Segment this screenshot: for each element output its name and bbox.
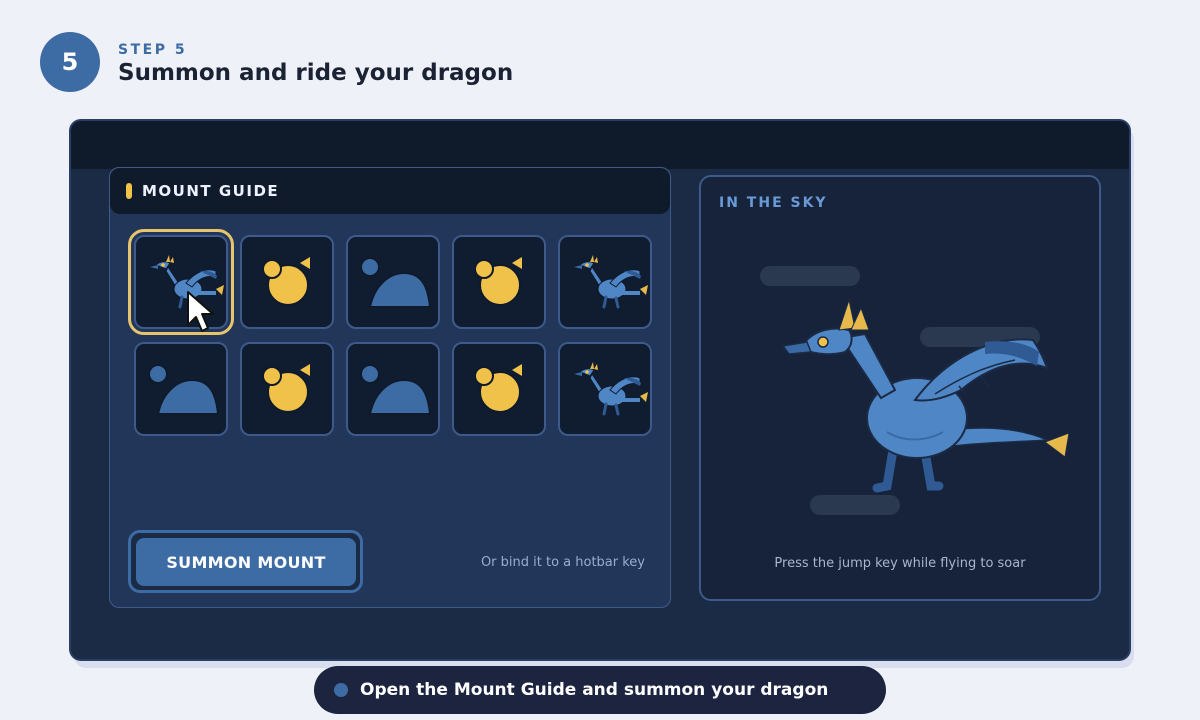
dragon-icon <box>574 362 648 416</box>
mount-slot[interactable] <box>558 235 652 329</box>
mount-slot[interactable] <box>346 342 440 436</box>
mount-slot[interactable] <box>452 342 546 436</box>
cloud-shape <box>760 266 860 286</box>
mount-slot[interactable] <box>452 235 546 329</box>
mount-slot[interactable] <box>240 235 334 329</box>
mount-slot[interactable] <box>240 342 334 436</box>
mount-slot[interactable] <box>128 229 234 335</box>
dragon-icon <box>574 255 648 309</box>
dragon-icon <box>150 255 224 309</box>
mount-slot[interactable] <box>134 342 228 436</box>
window-title-bar <box>71 121 1129 169</box>
mount-guide-header: MOUNT GUIDE <box>110 168 670 214</box>
sun-orb-icon <box>474 364 522 413</box>
hotbar-hint: Or bind it to a hotbar key <box>480 555 645 570</box>
sun-orb-icon <box>474 257 522 306</box>
instruction-text: Open the Mount Guide and summon your dra… <box>360 680 829 700</box>
mountain-mount-icon <box>360 364 432 415</box>
sun-orb-icon <box>262 257 310 306</box>
step-number: 5 <box>61 48 79 76</box>
mount-slot[interactable] <box>558 342 652 436</box>
instruction-pill: Open the Mount Guide and summon your dra… <box>314 666 886 714</box>
summon-mount-button[interactable]: SUMMON MOUNT <box>136 538 356 586</box>
sun-orb-icon <box>262 364 310 413</box>
header-accent-bar <box>126 183 132 199</box>
sky-caption: Press the jump key while flying to soar <box>774 556 1026 571</box>
step-label: STEP 5 <box>118 42 188 58</box>
mountain-mount-icon <box>360 257 432 308</box>
step-number-badge: 5 <box>40 32 100 92</box>
mount-guide-title: MOUNT GUIDE <box>142 182 280 200</box>
sky-panel-title: IN THE SKY <box>719 195 828 211</box>
step-title: Summon and ride your dragon <box>118 60 514 86</box>
bullet-dot <box>334 683 348 697</box>
mount-slot[interactable] <box>346 235 440 329</box>
mountain-mount-icon <box>148 364 220 415</box>
flying-dragon-illustration <box>781 298 1070 493</box>
